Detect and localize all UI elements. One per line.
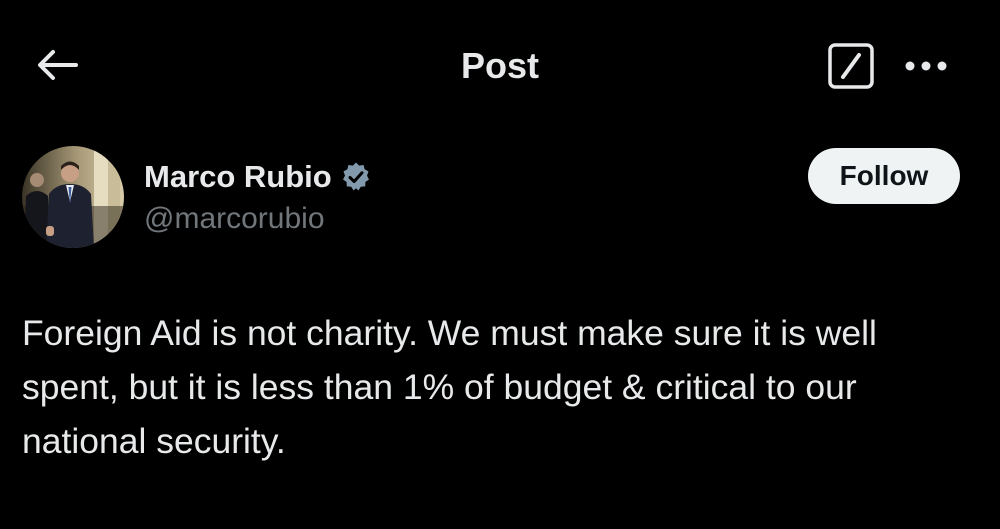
- post-text: Foreign Aid is not charity. We must make…: [22, 313, 877, 461]
- author-name-row[interactable]: Marco Rubio: [144, 156, 372, 198]
- author-handle[interactable]: @marcorubio: [144, 200, 325, 238]
- grok-icon: [828, 43, 874, 89]
- follow-button[interactable]: Follow: [808, 148, 960, 204]
- author-display-name: Marco Rubio: [144, 159, 332, 194]
- grok-button[interactable]: [826, 42, 876, 90]
- more-options-button[interactable]: [900, 48, 952, 84]
- more-horizontal-icon: [905, 61, 947, 71]
- verified-badge-icon: [340, 161, 372, 193]
- avatar-photo: [22, 146, 124, 248]
- author-avatar[interactable]: [22, 146, 124, 248]
- top-app-bar: Post: [0, 0, 1000, 130]
